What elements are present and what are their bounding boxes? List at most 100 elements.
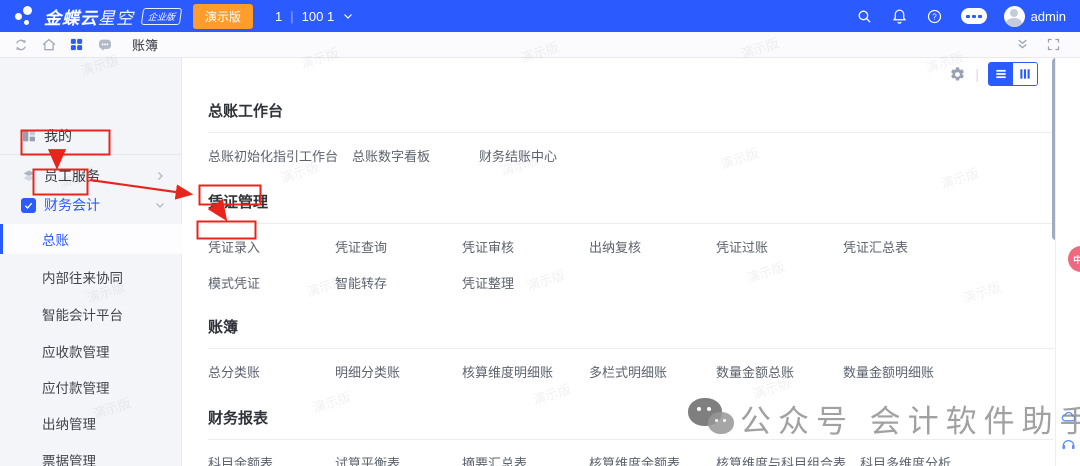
menu-item-voucher-posting[interactable]: 凭证过账 bbox=[716, 237, 829, 256]
list-view-icon[interactable] bbox=[989, 63, 1013, 85]
section-ledgers: 账簿 总分类账 明细分类账 核算维度明细账 多栏式明细账 数量金额总账 数量金额… bbox=[208, 316, 1054, 381]
org-switcher[interactable]: 1 | 100 1 bbox=[275, 9, 354, 24]
menu-item-dimension-balance[interactable]: 核算维度余额表 bbox=[589, 453, 702, 466]
topbar: 金蝶云星空 企业版 演示版 1 | 100 1 ? admin bbox=[0, 0, 1080, 32]
menu-item-dimension-detail[interactable]: 核算维度明细账 bbox=[462, 362, 575, 381]
menu-item-smart-transfer[interactable]: 智能转存 bbox=[335, 273, 448, 292]
tab-ledger[interactable]: 账簿 bbox=[132, 35, 158, 54]
sidebar-subitem-label: 票据管理 bbox=[42, 450, 96, 466]
menu-item-cashier-review[interactable]: 出纳复核 bbox=[589, 237, 702, 256]
sidebar-subitem-label: 应付款管理 bbox=[42, 377, 110, 397]
help-icon[interactable]: ? bbox=[926, 7, 944, 25]
fullscreen-icon[interactable] bbox=[1045, 36, 1062, 53]
section-title: 总账工作台 bbox=[208, 100, 1054, 121]
sidebar: 我的 员工服务 财务会计 bbox=[0, 58, 182, 466]
app-window: 金蝶云星空 企业版 演示版 1 | 100 1 ? admin bbox=[0, 0, 1080, 466]
body: 我的 员工服务 财务会计 bbox=[0, 58, 1080, 466]
sync-icon[interactable] bbox=[12, 36, 29, 53]
edition-badge: 企业版 bbox=[141, 8, 182, 25]
sidebar-divider bbox=[0, 154, 182, 155]
menu-item-gl-init-workbench[interactable]: 总账初始化指引工作台 bbox=[208, 146, 338, 165]
sidebar-subitem-label: 总账 bbox=[42, 229, 69, 249]
sidebar-subitem-general-ledger[interactable]: 总账 bbox=[0, 224, 182, 254]
kingdee-logo-icon bbox=[14, 5, 36, 27]
menu-item-subsidiary-ledger[interactable]: 明细分类账 bbox=[335, 362, 448, 381]
sidebar-item-label: 员工服务 bbox=[44, 166, 100, 186]
sidebar-subitem-label: 应收款管理 bbox=[42, 341, 110, 361]
chevron-right-icon bbox=[154, 170, 166, 182]
sidebar-subitem-label: 智能会计平台 bbox=[42, 304, 123, 324]
sidebar-subitem-smart-accounting[interactable]: 智能会计平台 bbox=[0, 301, 182, 327]
my-icon bbox=[20, 128, 37, 145]
section-title: 财务报表 bbox=[208, 407, 1054, 428]
menu-item-gl-dashboard[interactable]: 总账数字看板 bbox=[352, 146, 465, 165]
bell-icon[interactable] bbox=[891, 7, 909, 25]
menu-item-voucher-entry[interactable]: 凭证录入 bbox=[208, 237, 321, 256]
layers-icon bbox=[20, 168, 37, 185]
menu-row: 模式凭证 智能转存 凭证整理 bbox=[208, 273, 1054, 292]
menu-item-template-voucher[interactable]: 模式凭证 bbox=[208, 273, 321, 292]
sidebar-item-label: 我的 bbox=[44, 126, 72, 146]
section-divider bbox=[208, 132, 1054, 133]
section-gl-workbench: 总账工作台 总账初始化指引工作台 总账数字看板 财务结账中心 bbox=[208, 100, 1054, 165]
menu-item-account-balance[interactable]: 科目余额表 bbox=[208, 453, 321, 466]
menu-item-qty-amount-gl[interactable]: 数量金额总账 bbox=[716, 362, 829, 381]
svg-text:?: ? bbox=[932, 12, 937, 21]
menu-item-voucher-summary[interactable]: 凭证汇总表 bbox=[843, 237, 956, 256]
tab-toolbar: 账簿 bbox=[0, 32, 1080, 58]
home-icon[interactable] bbox=[40, 36, 57, 53]
section-financial-reports: 财务报表 科目余额表 试算平衡表 摘要汇总表 核算维度余额表 核算维度与科目组合… bbox=[208, 407, 1054, 466]
menu-item-multicolumn-detail[interactable]: 多栏式明细账 bbox=[589, 362, 702, 381]
sidebar-subitem-internal-collaboration[interactable]: 内部往来协同 bbox=[0, 264, 182, 290]
sidebar-item-label: 财务会计 bbox=[44, 195, 100, 215]
menu-row: 总账初始化指引工作台 总账数字看板 财务结账中心 bbox=[208, 146, 1054, 165]
section-divider bbox=[208, 439, 1054, 440]
menu-item-abstract-summary[interactable]: 摘要汇总表 bbox=[462, 453, 575, 466]
cloud-icon[interactable] bbox=[1060, 408, 1078, 426]
gear-icon[interactable] bbox=[949, 66, 966, 83]
section-title: 账簿 bbox=[208, 316, 1054, 337]
column-view-icon[interactable] bbox=[1013, 63, 1037, 85]
username: admin bbox=[1031, 9, 1066, 24]
menu-item-voucher-audit[interactable]: 凭证审核 bbox=[462, 237, 575, 256]
sidebar-item-my[interactable]: 我的 bbox=[0, 120, 182, 152]
app-title-primary: 金蝶云 bbox=[44, 9, 98, 28]
sidebar-subitem-cashier[interactable]: 出纳管理 bbox=[0, 410, 182, 436]
section-voucher-management: 凭证管理 凭证录入 凭证查询 凭证审核 出纳复核 凭证过账 凭证汇总表 模式凭证… bbox=[208, 191, 1054, 292]
menu-item-dimension-account-combo[interactable]: 核算维度与科目组合表 bbox=[716, 453, 846, 466]
menu-item-voucher-arrange[interactable]: 凭证整理 bbox=[462, 273, 575, 292]
menu-row: 凭证录入 凭证查询 凭证审核 出纳复核 凭证过账 凭证汇总表 bbox=[208, 237, 1054, 256]
user-menu[interactable]: admin bbox=[1004, 6, 1066, 27]
sidebar-item-employee-services[interactable]: 员工服务 bbox=[0, 158, 182, 194]
chevron-down-icon bbox=[154, 199, 166, 211]
content-controls: | bbox=[949, 62, 1038, 86]
menu-row: 科目余额表 试算平衡表 摘要汇总表 核算维度余额表 核算维度与科目组合表 科目多… bbox=[208, 453, 1054, 466]
message-icon[interactable] bbox=[96, 36, 113, 53]
view-toggle bbox=[988, 62, 1038, 86]
menu-item-voucher-query[interactable]: 凭证查询 bbox=[335, 237, 448, 256]
sidebar-item-financial-accounting[interactable]: 财务会计 bbox=[0, 192, 182, 218]
menu-item-general-ledger[interactable]: 总分类账 bbox=[208, 362, 321, 381]
main-content: | 总账工作台 总账初始化指引工作台 总账数字看板 财务结账中心 bbox=[182, 58, 1080, 466]
feedback-pill-icon[interactable] bbox=[961, 8, 987, 24]
org-separator: | bbox=[290, 9, 293, 24]
translate-glyph: 中A bbox=[1073, 253, 1080, 266]
apps-icon[interactable] bbox=[68, 36, 85, 53]
menu-item-closing-center[interactable]: 财务结账中心 bbox=[479, 146, 592, 165]
headset-icon[interactable] bbox=[1060, 436, 1078, 454]
menu-row: 总分类账 明细分类账 核算维度明细账 多栏式明细账 数量金额总账 数量金额明细账 bbox=[208, 362, 1054, 381]
sidebar-subitem-label: 内部往来协同 bbox=[42, 267, 123, 287]
collapse-tabs-icon[interactable] bbox=[1014, 36, 1031, 53]
search-icon[interactable] bbox=[856, 7, 874, 25]
menu-item-multidim-analysis[interactable]: 科目多维度分析 bbox=[860, 453, 973, 466]
org-code: 1 bbox=[275, 9, 282, 24]
demo-version-button[interactable]: 演示版 bbox=[193, 4, 253, 29]
section-divider bbox=[208, 223, 1054, 224]
menu-item-qty-amount-detail[interactable]: 数量金额明细账 bbox=[843, 362, 956, 381]
sidebar-subitem-payables[interactable]: 应付款管理 bbox=[0, 374, 182, 400]
sidebar-subitem-receivables[interactable]: 应收款管理 bbox=[0, 338, 182, 364]
app-title: 金蝶云星空 bbox=[44, 4, 134, 29]
menu-item-trial-balance[interactable]: 试算平衡表 bbox=[335, 453, 448, 466]
sidebar-subitem-bills[interactable]: 票据管理 bbox=[0, 447, 182, 466]
chevron-down-icon bbox=[342, 10, 354, 22]
